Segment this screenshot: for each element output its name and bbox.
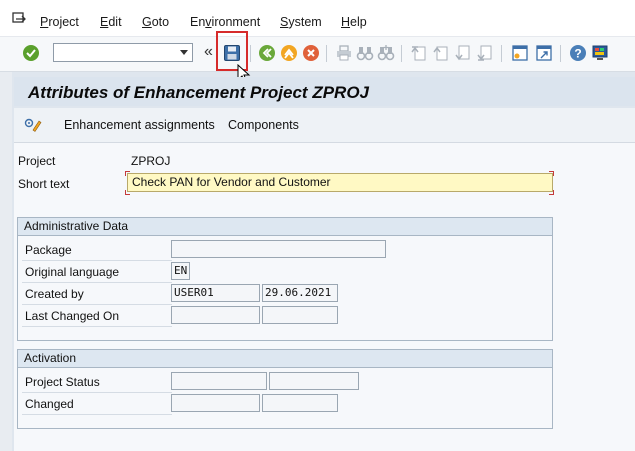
project-status-field-1[interactable] [171,372,267,390]
administrative-data-title: Administrative Data [18,218,552,236]
project-label: Project [18,154,56,168]
package-field[interactable] [171,240,386,258]
left-border [0,72,12,451]
command-field[interactable] [53,43,193,62]
generate-shortcut-button[interactable] [535,44,553,62]
enhancement-assignments-button[interactable]: Enhancement assignments [64,118,215,132]
short-text-label: Short text [18,177,70,191]
first-page-icon [411,46,426,61]
exit-button[interactable] [280,44,298,62]
find-button[interactable] [356,44,374,62]
toolbar-separator [560,45,561,62]
short-text-input[interactable]: Check PAN for Vendor and Customer [127,173,553,192]
back-button[interactable] [258,44,276,62]
enter-button[interactable] [22,44,40,62]
binoculars-plus-icon [377,45,395,61]
last-changed-user-field[interactable] [171,306,260,324]
menu-bar: Project Edit Goto Environment System Hel… [0,0,635,37]
created-by-label: Created by [25,287,84,301]
help-icon: ? [570,45,586,61]
project-status-field-2[interactable] [269,372,359,390]
application-toolbar: Enhancement assignments Components [14,108,635,143]
administrative-data-group: Administrative Data Package Original lan… [17,217,553,341]
next-page-button[interactable] [454,44,472,62]
project-value: ZPROJ [131,154,171,168]
create-session-button[interactable] [511,44,529,62]
cancel-button[interactable] [302,44,320,62]
cancel-icon [303,45,319,61]
project-status-label: Project Status [25,375,100,389]
chevron-down-icon[interactable] [180,50,188,55]
binoculars-icon [356,47,374,61]
toolbar-separator [326,45,327,62]
changed-field-2[interactable] [262,394,338,412]
row-divider [22,326,172,327]
activation-title: Activation [18,350,552,368]
last-changed-date-field[interactable] [262,306,338,324]
main-content: Project ZPROJ Short text Check PAN for V… [14,143,635,451]
menu-goto[interactable]: Goto [142,15,169,29]
title-bar: Attributes of Enhancement Project ZPROJ [14,77,635,106]
menu-toggle-icon[interactable] [12,12,28,26]
created-on-date-field[interactable]: 29.06.2021 [262,284,338,302]
collapse-command-field-button[interactable]: « [204,43,213,61]
new-session-icon [512,45,528,61]
menu-system[interactable]: System [280,15,322,29]
previous-page-button[interactable] [432,44,450,62]
toolbar-separator [401,45,402,62]
row-divider [22,282,172,283]
customize-layout-button[interactable] [591,44,609,62]
changed-field-1[interactable] [171,394,260,412]
previous-page-icon [433,46,448,61]
print-icon [337,45,351,61]
exit-icon [281,45,297,61]
row-divider [22,392,172,393]
required-marker [549,190,554,195]
display-change-icon[interactable] [24,117,42,133]
created-by-user-field[interactable]: USER01 [171,284,260,302]
package-label: Package [25,243,72,257]
menu-project[interactable]: Project [40,15,79,29]
row-divider [22,414,172,415]
page-title: Attributes of Enhancement Project ZPROJ [28,83,369,102]
shortcut-icon [536,45,552,61]
components-button[interactable]: Components [228,118,299,132]
toolbar-separator [250,45,251,62]
first-page-button[interactable] [410,44,428,62]
system-toolbar: « ? [0,37,635,72]
print-button[interactable] [335,44,353,62]
help-button[interactable]: ? [569,44,587,62]
menu-help[interactable]: Help [341,15,367,29]
menu-edit[interactable]: Edit [100,15,122,29]
activation-group: Activation Project Status Changed [17,349,553,429]
menu-environment[interactable]: Environment [190,15,260,29]
changed-label: Changed [25,397,74,411]
find-next-button[interactable] [377,44,395,62]
required-marker [125,171,130,176]
required-marker [549,171,554,176]
svg-text:?: ? [574,47,581,61]
next-page-icon [455,45,470,61]
last-page-button[interactable] [476,44,494,62]
back-icon [259,45,275,61]
checkmark-icon [23,45,39,61]
original-language-label: Original language [25,265,120,279]
toolbar-separator [501,45,502,62]
original-language-field[interactable]: EN [171,262,190,280]
last-page-icon [477,45,492,61]
row-divider [22,304,172,305]
last-changed-on-label: Last Changed On [25,309,120,323]
row-divider [22,260,172,261]
required-marker [125,190,130,195]
monitor-icon [592,45,608,60]
